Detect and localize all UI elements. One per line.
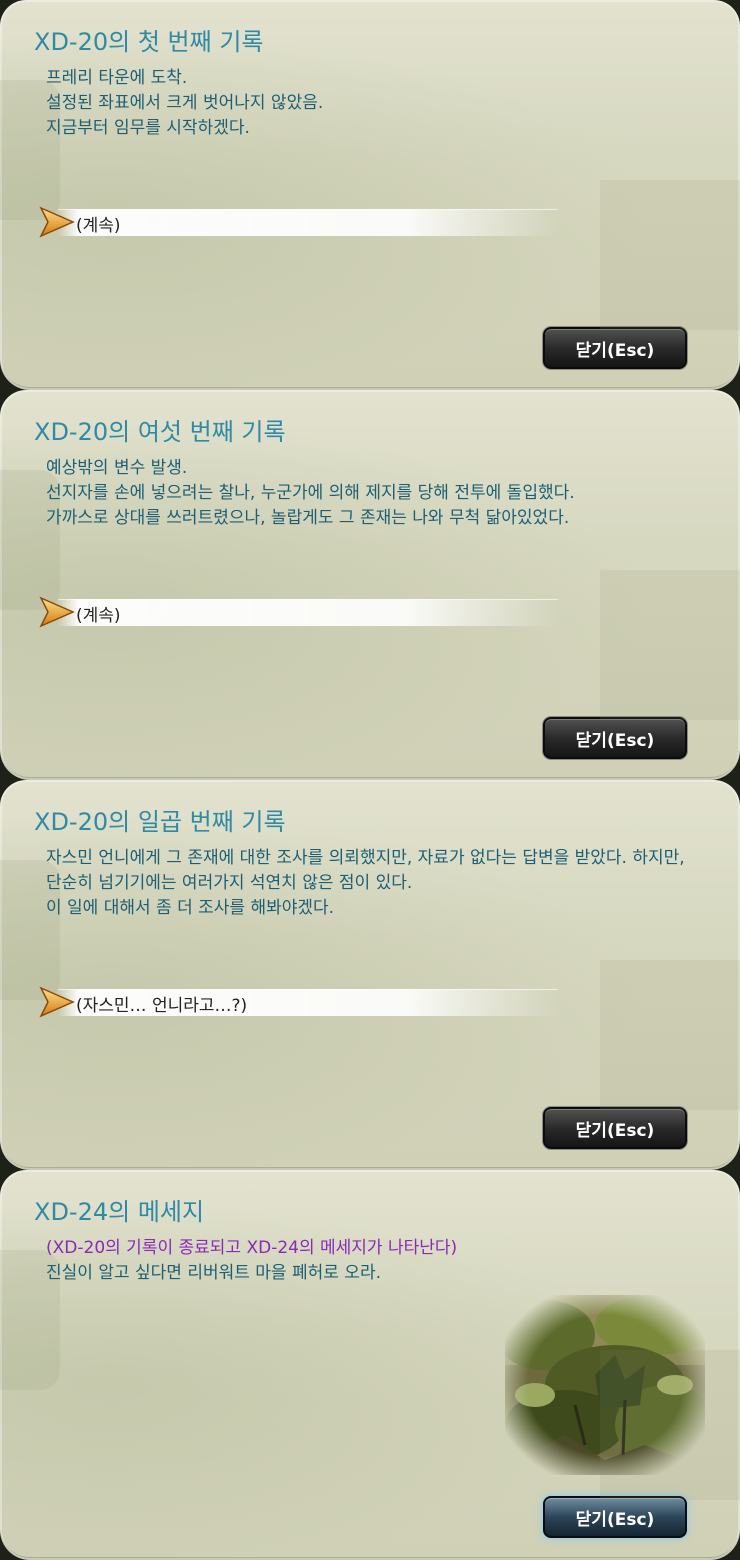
close-button[interactable]: 닫기(Esc) [543, 1496, 687, 1538]
arrow-right-icon [39, 596, 75, 628]
choice-label: (계속) [76, 216, 121, 236]
close-button[interactable]: 닫기(Esc) [543, 717, 687, 759]
body-line: 이 일에 대해서 좀 더 조사를 해봐야겠다. [46, 898, 335, 918]
dialog-body: 프레리 타운에 도착. 설정된 좌표에서 크게 벗어나지 않았음. 지금부터 임… [46, 66, 696, 141]
choice-label: (자스민… 언니라고…?) [76, 996, 248, 1016]
message-dialog: XD-24의 메세지 (XD-20의 기록이 종료되고 XD-24의 메세지가 … [0, 1170, 740, 1560]
dialog-title: XD-20의 일곱 번째 기록 [34, 808, 286, 836]
dialog-title: XD-20의 여섯 번째 기록 [34, 418, 286, 446]
record-dialog-3: XD-20의 일곱 번째 기록 자스민 언니에게 그 존재에 대한 조사를 의뢰… [0, 780, 740, 1170]
arrow-right-icon [39, 206, 75, 238]
dialog-title: XD-24의 메세지 [34, 1198, 205, 1226]
record-dialog-2: XD-20의 여섯 번째 기록 예상밖의 변수 발생. 선지자를 손에 넣으려는… [0, 390, 740, 780]
body-line: 진실이 알고 싶다면 리버워트 마을 폐허로 오라. [46, 1263, 381, 1283]
close-button[interactable]: 닫기(Esc) [543, 1107, 687, 1149]
dialog-body: 자스민 언니에게 그 존재에 대한 조사를 의뢰했지만, 자료가 없다는 답변을… [46, 846, 686, 921]
continue-choice[interactable]: (계속) [38, 204, 558, 240]
choice-label: (계속) [76, 606, 121, 626]
body-line: 예상밖의 변수 발생. [46, 458, 188, 478]
body-line: 선지자를 손에 넣으려는 찰나, 누군가에 의해 제지를 당해 전투에 돌입했다… [46, 483, 575, 503]
system-note: (XD-20의 기록이 종료되고 XD-24의 메세지가 나타난다) [46, 1238, 458, 1258]
forest-ruins-illustration [505, 1295, 705, 1475]
body-line: 설정된 좌표에서 크게 벗어나지 않았음. [46, 93, 324, 113]
dialog-title: XD-20의 첫 번째 기록 [34, 28, 264, 56]
body-line: 가까스로 상대를 쓰러트렸으나, 놀랍게도 그 존재는 나와 무척 닮아있었다. [46, 508, 570, 528]
choice-highlight-bar [58, 599, 558, 626]
continue-choice[interactable]: (계속) [38, 594, 558, 630]
dialog-body: 예상밖의 변수 발생. 선지자를 손에 넣으려는 찰나, 누군가에 의해 제지를… [46, 456, 696, 531]
body-line: 자스민 언니에게 그 존재에 대한 조사를 의뢰했지만, 자료가 없다는 답변을… [46, 848, 685, 893]
choice-highlight-bar [58, 209, 558, 236]
question-choice[interactable]: (자스민… 언니라고…?) [38, 984, 558, 1020]
record-dialog-1: XD-20의 첫 번째 기록 프레리 타운에 도착. 설정된 좌표에서 크게 벗… [0, 0, 740, 390]
body-line: 지금부터 임무를 시작하겠다. [46, 118, 250, 138]
dialog-body: (XD-20의 기록이 종료되고 XD-24의 메세지가 나타난다) 진실이 알… [46, 1236, 696, 1286]
arrow-right-icon [39, 986, 75, 1018]
body-line: 프레리 타운에 도착. [46, 68, 188, 88]
close-button[interactable]: 닫기(Esc) [543, 327, 687, 369]
